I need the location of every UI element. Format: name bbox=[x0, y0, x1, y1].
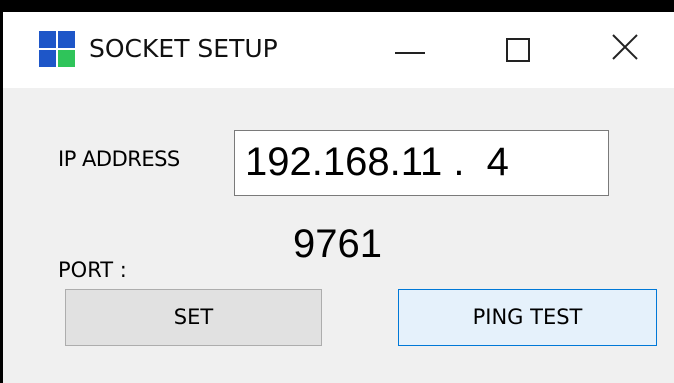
set-button[interactable]: SET bbox=[65, 289, 322, 346]
app-icon-square bbox=[58, 50, 75, 67]
ping-test-button[interactable]: PING TEST bbox=[398, 289, 657, 346]
title-bar[interactable]: SOCKET SETUP bbox=[3, 12, 674, 88]
minimize-icon bbox=[395, 52, 425, 54]
close-icon bbox=[612, 34, 638, 60]
app-icon-square bbox=[58, 31, 75, 48]
close-button[interactable] bbox=[594, 12, 674, 88]
app-icon-square bbox=[39, 31, 56, 48]
window-title: SOCKET SETUP bbox=[89, 34, 278, 63]
ip-address-label: IP ADDRESS bbox=[58, 147, 180, 171]
app-icon-square bbox=[39, 50, 56, 67]
port-label: PORT : bbox=[58, 258, 127, 282]
socket-setup-window: SOCKET SETUP IP ADDRESS 192.168.11 . 4 P… bbox=[3, 12, 674, 383]
maximize-icon bbox=[506, 38, 530, 62]
app-icon bbox=[39, 31, 75, 67]
minimize-button[interactable] bbox=[363, 12, 443, 88]
port-value: 9761 bbox=[293, 222, 382, 266]
maximize-button[interactable] bbox=[476, 12, 556, 88]
ip-address-input[interactable]: 192.168.11 . 4 bbox=[234, 130, 609, 196]
